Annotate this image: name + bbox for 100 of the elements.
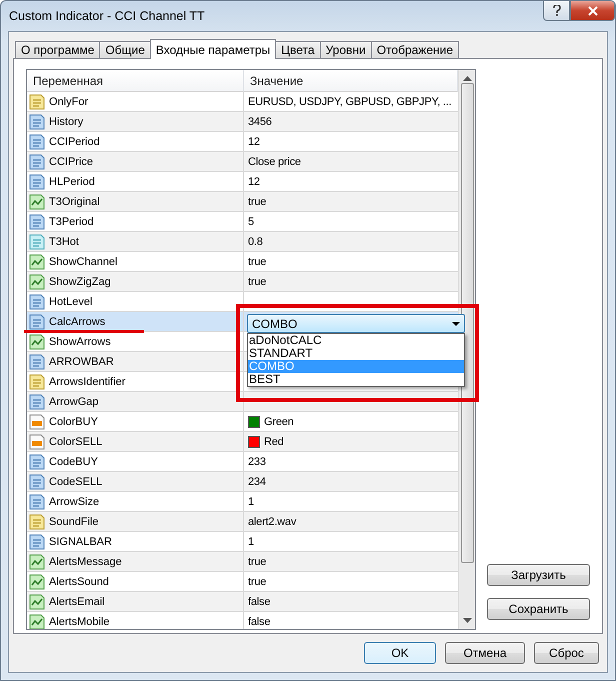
parameter-value: Red [264,436,284,448]
parameter-value: 1 [248,496,254,508]
parameter-name: T3Hot [49,236,79,248]
parameter-row[interactable]: T3Period 5 [27,212,458,232]
dialog-button[interactable]: Сброс [534,642,599,664]
close-icon [588,6,598,16]
parameter-value: true [248,256,266,268]
parameter-name: ColorSELL [49,436,102,448]
parameter-value: false [248,616,270,628]
dropdown-option[interactable]: BEST [248,373,464,386]
close-button[interactable] [570,1,615,21]
text-type-icon [29,514,45,530]
parameter-name: ColorBUY [49,416,98,428]
parameter-name: ShowZigZag [49,276,111,288]
parameter-row[interactable]: CCIPeriod 12 [27,132,458,152]
parameter-value: EURUSD, USDJPY, GBPUSD, GBPJPY, ... [248,96,452,108]
tab[interactable]: Отображение [370,41,460,59]
parameter-value: true [248,196,266,208]
parameter-name: ShowArrows [49,336,111,348]
dialog-button[interactable]: OK [364,642,436,664]
parameter-row[interactable]: HLPeriod 12 [27,172,458,192]
dialog-button[interactable]: Отмена [445,642,525,664]
side-button[interactable]: Загрузить [487,564,590,586]
parameter-value: false [248,596,270,608]
parameter-name: CCIPrice [49,156,94,168]
parameter-row[interactable]: HotLevel [27,292,458,312]
parameter-value: true [248,276,266,288]
tab[interactable]: О программе [15,41,100,59]
number-type-icon [29,294,45,310]
chart-icon [29,614,45,629]
parameter-row[interactable]: CodeBUY 233 [27,452,458,472]
number-type-icon [29,214,45,230]
parameter-name: T3Original [49,196,100,208]
scrollbar[interactable] [458,70,475,629]
parameter-name: ArrowGap [49,396,99,408]
chart-icon [29,334,45,350]
parameter-row[interactable]: ColorBUY Green [27,412,458,432]
number-type-icon [29,174,45,190]
parameter-name: ARROWBAR [49,356,114,368]
help-icon [552,5,560,16]
tab[interactable]: Входные параметры [150,39,276,59]
number-type-icon [29,474,45,490]
parameter-value: 0.8 [248,236,263,248]
number-type-icon [29,354,45,370]
window-title: Custom Indicator - CCI Channel TT [9,9,205,23]
number-type-icon [29,134,45,150]
chart-icon [29,254,45,270]
number-type-icon [29,314,45,330]
parameter-row[interactable]: SIGNALBAR 1 [27,532,458,552]
column-header[interactable]: Переменная [27,70,244,92]
dropdown-option[interactable]: STANDART [248,347,464,360]
parameter-row[interactable]: T3Original true [27,192,458,212]
parameter-name: AlertsSound [49,576,109,588]
chart-icon [29,554,45,570]
side-button[interactable]: Сохранить [487,598,590,620]
parameter-name: AlertsEmail [49,596,105,608]
parameter-row[interactable]: OnlyFor EURUSD, USDJPY, GBPUSD, GBPJPY, ... [27,92,458,112]
parameter-name: T3Period [49,216,94,228]
parameter-row[interactable]: ShowChannel true [27,252,458,272]
parameter-row[interactable]: ArrowSize 1 [27,492,458,512]
parameter-value: true [248,576,266,588]
parameter-row[interactable]: AlertsMessage true [27,552,458,572]
parameter-row[interactable]: ShowZigZag true [27,272,458,292]
parameter-name: ArrowsIdentifier [49,376,126,388]
dropdown-option[interactable]: aDoNotCALC [248,334,464,347]
chart-icon [29,194,45,210]
text-type-icon [29,374,45,390]
parameter-row[interactable]: CCIPrice Close price [27,152,458,172]
parameter-row[interactable]: History 3456 [27,112,458,132]
parameter-value: 234 [248,476,266,488]
column-header[interactable]: Значение [244,70,458,92]
parameter-row[interactable]: AlertsEmail false [27,592,458,612]
parameter-name: OnlyFor [49,96,88,108]
parameter-name: ArrowSize [49,496,100,508]
parameter-row[interactable]: CodeSELL 234 [27,472,458,492]
parameter-name: History [49,116,84,128]
number-type-icon [29,394,45,410]
caret-icon [452,322,460,326]
parameter-value: 3456 [248,116,272,128]
parameter-value: 12 [248,176,260,188]
parameter-name: SIGNALBAR [49,536,112,548]
tab[interactable]: Общие [99,41,151,59]
help-button[interactable] [543,1,570,21]
tab[interactable]: Цвета [275,41,321,59]
scroll-up-icon [462,76,472,81]
tab[interactable]: Уровни [320,41,372,59]
parameter-row[interactable]: ColorSELL Red [27,432,458,452]
value-dropdown[interactable]: COMBO [247,314,465,333]
parameter-row[interactable]: AlertsSound true [27,572,458,592]
parameter-row[interactable]: SoundFile alert2.wav [27,512,458,532]
number-type-icon [29,454,45,470]
palette-icon [29,434,45,450]
parameter-name: CCIPeriod [49,136,100,148]
parameter-row[interactable]: T3Hot 0.8 [27,232,458,252]
parameter-name: CodeBUY [49,456,98,468]
parameter-name: AlertsMessage [49,556,122,568]
parameter-value: 1 [248,536,254,548]
scroll-thumb[interactable] [460,83,474,563]
parameter-name: CodeSELL [49,476,102,488]
number-type-icon [29,154,45,170]
